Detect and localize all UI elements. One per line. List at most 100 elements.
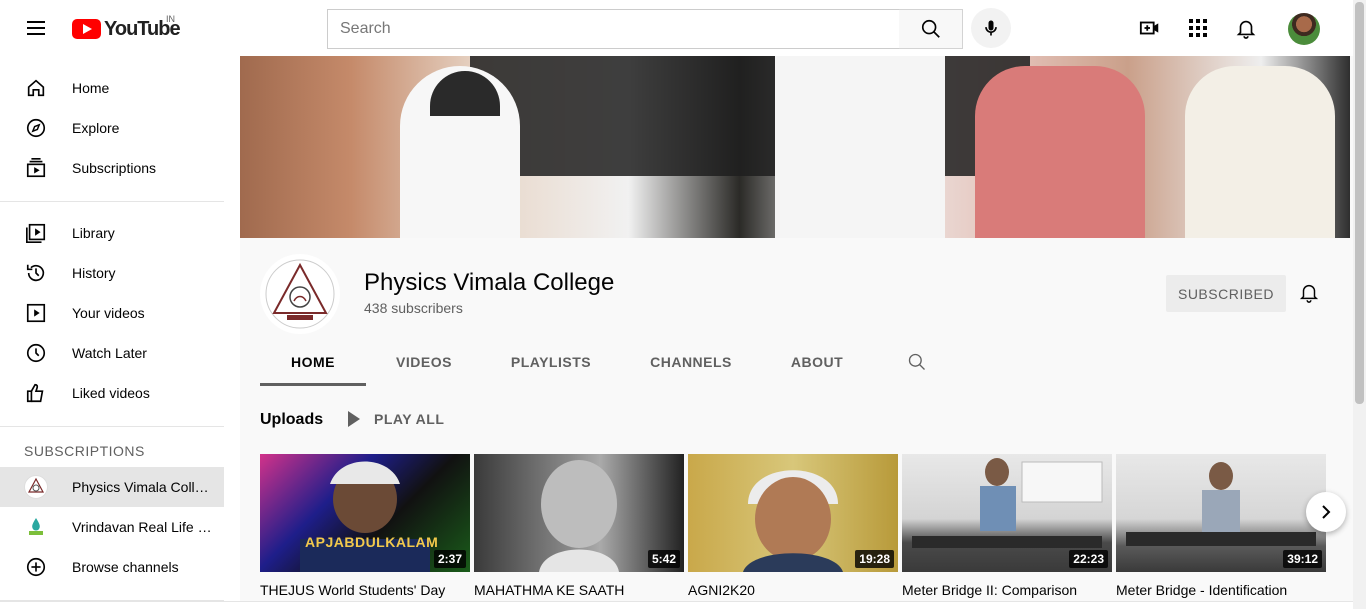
sidebar-item-label: Subscriptions [72,160,157,176]
banner-blackboard [470,56,1030,176]
apps-grid-icon[interactable] [1186,16,1210,40]
library-icon [24,221,48,245]
sidebar-divider [0,426,224,427]
sidebar-item-physics-vimala-college[interactable]: Physics Vimala College [0,467,224,507]
sidebar-item-home[interactable]: Home [0,68,224,108]
video-thumbnail[interactable]: APJABDULKALAM 2:37 [260,454,470,572]
video-title[interactable]: Meter Bridge - Identification [1116,582,1326,598]
search-input[interactable] [328,10,899,48]
sidebar-item-label: Watch Later [72,345,147,361]
sidebar-item-vrindavan[interactable]: Vrindavan Real Life Lessons [0,507,224,547]
sidebar-item-label: Browse channels [72,559,179,575]
play-all-label: PLAY ALL [374,411,445,427]
history-icon [24,261,48,285]
video-title[interactable]: MAHATHMA KE SAATH [474,582,684,598]
sidebar-item-browse-channels[interactable]: Browse channels [0,547,224,587]
banner-figure [775,56,945,238]
tab-home[interactable]: HOME [260,338,366,386]
uploads-section: Uploads PLAY ALL APJABDULKALAM 2:37 THEJ… [240,386,1350,609]
sidebar-item-history[interactable]: History [0,253,224,293]
video-card[interactable]: 22:23 Meter Bridge II: Comparison [902,454,1112,598]
sidebar-item-subscriptions[interactable]: Subscriptions [0,148,224,188]
banner-figure [975,66,1145,238]
sidebar: Home Explore Subscriptions Library Histo… [0,56,240,609]
your-videos-icon [24,301,48,325]
scrollbar-thumb[interactable] [1355,2,1364,404]
scrollbar[interactable] [1353,0,1366,609]
video-card[interactable]: 39:12 Meter Bridge - Identification [1116,454,1326,598]
chevron-right-icon [1322,505,1331,519]
video-title[interactable]: AGNI2K20 [688,582,898,598]
search-button[interactable] [899,9,963,49]
avatar[interactable] [1288,13,1320,45]
subscriber-count: 438 subscribers [364,300,463,316]
sidebar-item-watch-later[interactable]: Watch Later [0,333,224,373]
notifications-icon[interactable] [1234,16,1258,40]
thumbs-up-icon [24,381,48,405]
create-video-icon[interactable] [1138,16,1162,40]
sidebar-item-label: History [72,265,116,281]
video-thumbnail[interactable]: 19:28 [688,454,898,572]
tab-videos[interactable]: VIDEOS [366,338,482,386]
sidebar-item-label: Vrindavan Real Life Lessons [72,519,216,535]
search-box [327,9,900,49]
channel-logo[interactable] [260,254,340,334]
sidebar-item-label: Liked videos [72,385,150,401]
tab-channels[interactable]: CHANNELS [620,338,762,386]
sidebar-item-label: Home [72,80,110,96]
video-thumbnail[interactable]: 5:42 [474,454,684,572]
subscriptions-icon [24,156,48,180]
next-arrow-button[interactable] [1306,492,1346,532]
channel-tabs: HOME VIDEOS PLAYLISTS CHANNELS ABOUT [260,338,962,386]
video-duration: 22:23 [1069,550,1108,568]
sidebar-item-label: Explore [72,120,120,136]
video-card[interactable]: 5:42 MAHATHMA KE SAATH [474,454,684,598]
sidebar-divider [0,201,224,202]
plus-circle-icon [24,555,48,579]
youtube-play-icon [72,19,101,39]
sidebar-item-label: Library [72,225,115,241]
uploads-heading[interactable]: Uploads [260,411,323,429]
video-duration: 5:42 [647,550,680,568]
channel-title: Physics Vimala College [364,269,615,296]
voice-search-button[interactable] [971,8,1011,48]
subscriptions-heading: SUBSCRIPTIONS [24,443,145,459]
microphone-icon [985,20,997,36]
country-code: IN [166,14,175,24]
channel-header: Physics Vimala College 438 subscribers S… [240,238,1350,386]
bell-icon[interactable] [1298,281,1322,305]
video-duration: 19:28 [855,550,894,568]
play-all-button[interactable]: PLAY ALL [346,410,444,428]
sidebar-item-label: Physics Vimala College [72,479,216,495]
video-duration: 2:37 [433,550,466,568]
sidebar-item-label: Your videos [72,305,145,321]
home-icon [24,76,48,100]
channel-search-icon[interactable] [872,338,962,386]
top-bar: YouTube IN [0,0,1353,56]
play-icon [348,411,360,427]
video-thumbnail[interactable]: 22:23 [902,454,1112,572]
sidebar-item-explore[interactable]: Explore [0,108,224,148]
video-title[interactable]: THEJUS World Students' Day [260,582,470,598]
sidebar-item-library[interactable]: Library [0,213,224,253]
subscribed-button[interactable]: SUBSCRIBED [1166,275,1286,312]
search-icon [921,19,940,38]
video-duration: 39:12 [1283,550,1322,568]
banner-figure [1185,66,1335,238]
tab-about[interactable]: ABOUT [762,338,872,386]
tab-playlists[interactable]: PLAYLISTS [482,338,620,386]
video-thumbnail[interactable]: 39:12 [1116,454,1326,572]
thumbnail-overlay-text: APJABDULKALAM [305,534,439,550]
sidebar-item-your-videos[interactable]: Your videos [0,293,224,333]
compass-icon [24,116,48,140]
clock-icon [24,341,48,365]
video-title[interactable]: Meter Bridge II: Comparison [902,582,1112,598]
sidebar-item-liked-videos[interactable]: Liked videos [0,373,224,413]
menu-icon[interactable] [24,18,48,38]
channel-banner [240,56,1350,238]
youtube-logo[interactable]: YouTube IN [72,14,181,41]
video-card[interactable]: 19:28 AGNI2K20 [688,454,898,598]
channel-avatar [24,475,48,499]
channel-avatar [24,515,48,539]
video-card[interactable]: APJABDULKALAM 2:37 THEJUS World Students… [260,454,470,598]
